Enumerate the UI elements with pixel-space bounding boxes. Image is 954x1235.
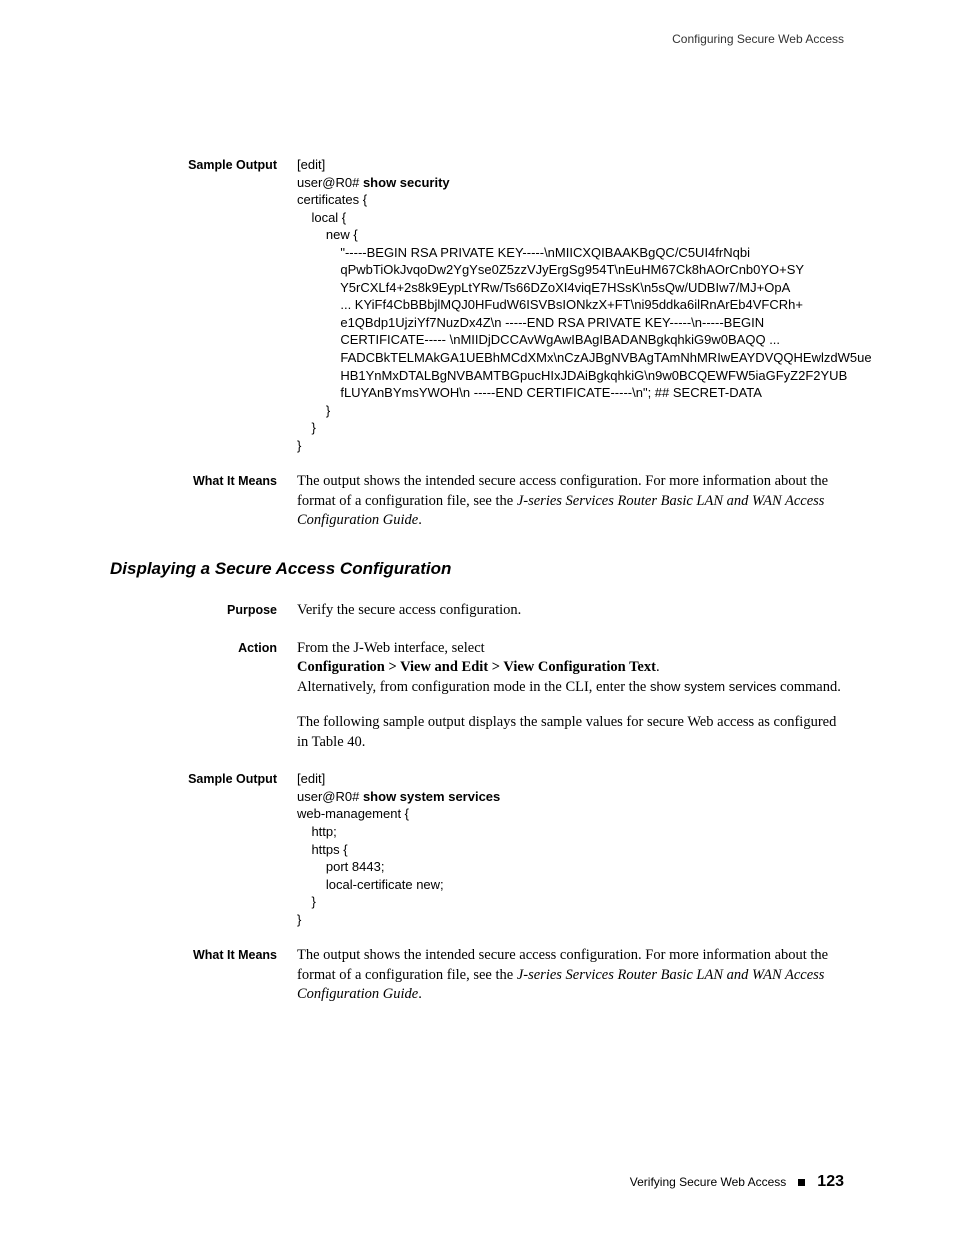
section-what-it-means-2: What It Means The output shows the inten…	[110, 946, 844, 1005]
section-purpose: Purpose Verify the secure access configu…	[110, 601, 844, 621]
header-title: Configuring Secure Web Access	[672, 32, 844, 46]
page-header: Configuring Secure Web Access	[110, 32, 844, 46]
label-what-it-means: What It Means	[110, 472, 297, 531]
what-it-means-text-1: The output shows the intended secure acc…	[297, 472, 844, 531]
page: Configuring Secure Web Access Sample Out…	[0, 0, 954, 1235]
section-sample-output-2: Sample Output [edit] user@R0# show syste…	[110, 770, 844, 928]
page-footer: Verifying Secure Web Access 123	[630, 1173, 844, 1191]
section-heading: Displaying a Secure Access Configuration	[110, 559, 844, 579]
code-block-1: [edit] user@R0# show security certificat…	[297, 156, 872, 454]
purpose-text: Verify the secure access configuration.	[297, 601, 844, 621]
label-what-it-means-2: What It Means	[110, 946, 297, 1005]
section-what-it-means-1: What It Means The output shows the inten…	[110, 472, 844, 531]
square-icon	[798, 1179, 805, 1186]
what-it-means-text-2: The output shows the intended secure acc…	[297, 946, 844, 1005]
label-action: Action	[110, 639, 297, 753]
section-sample-output-1: Sample Output [edit] user@R0# show secur…	[110, 156, 844, 454]
label-sample-output: Sample Output	[110, 156, 297, 454]
footer-text: Verifying Secure Web Access	[630, 1175, 787, 1189]
label-purpose: Purpose	[110, 601, 297, 621]
section-action: Action From the J-Web interface, select …	[110, 639, 844, 753]
action-text: From the J-Web interface, select Configu…	[297, 639, 844, 753]
label-sample-output-2: Sample Output	[110, 770, 297, 928]
page-number: 123	[817, 1173, 844, 1191]
code-block-2: [edit] user@R0# show system services web…	[297, 770, 844, 928]
